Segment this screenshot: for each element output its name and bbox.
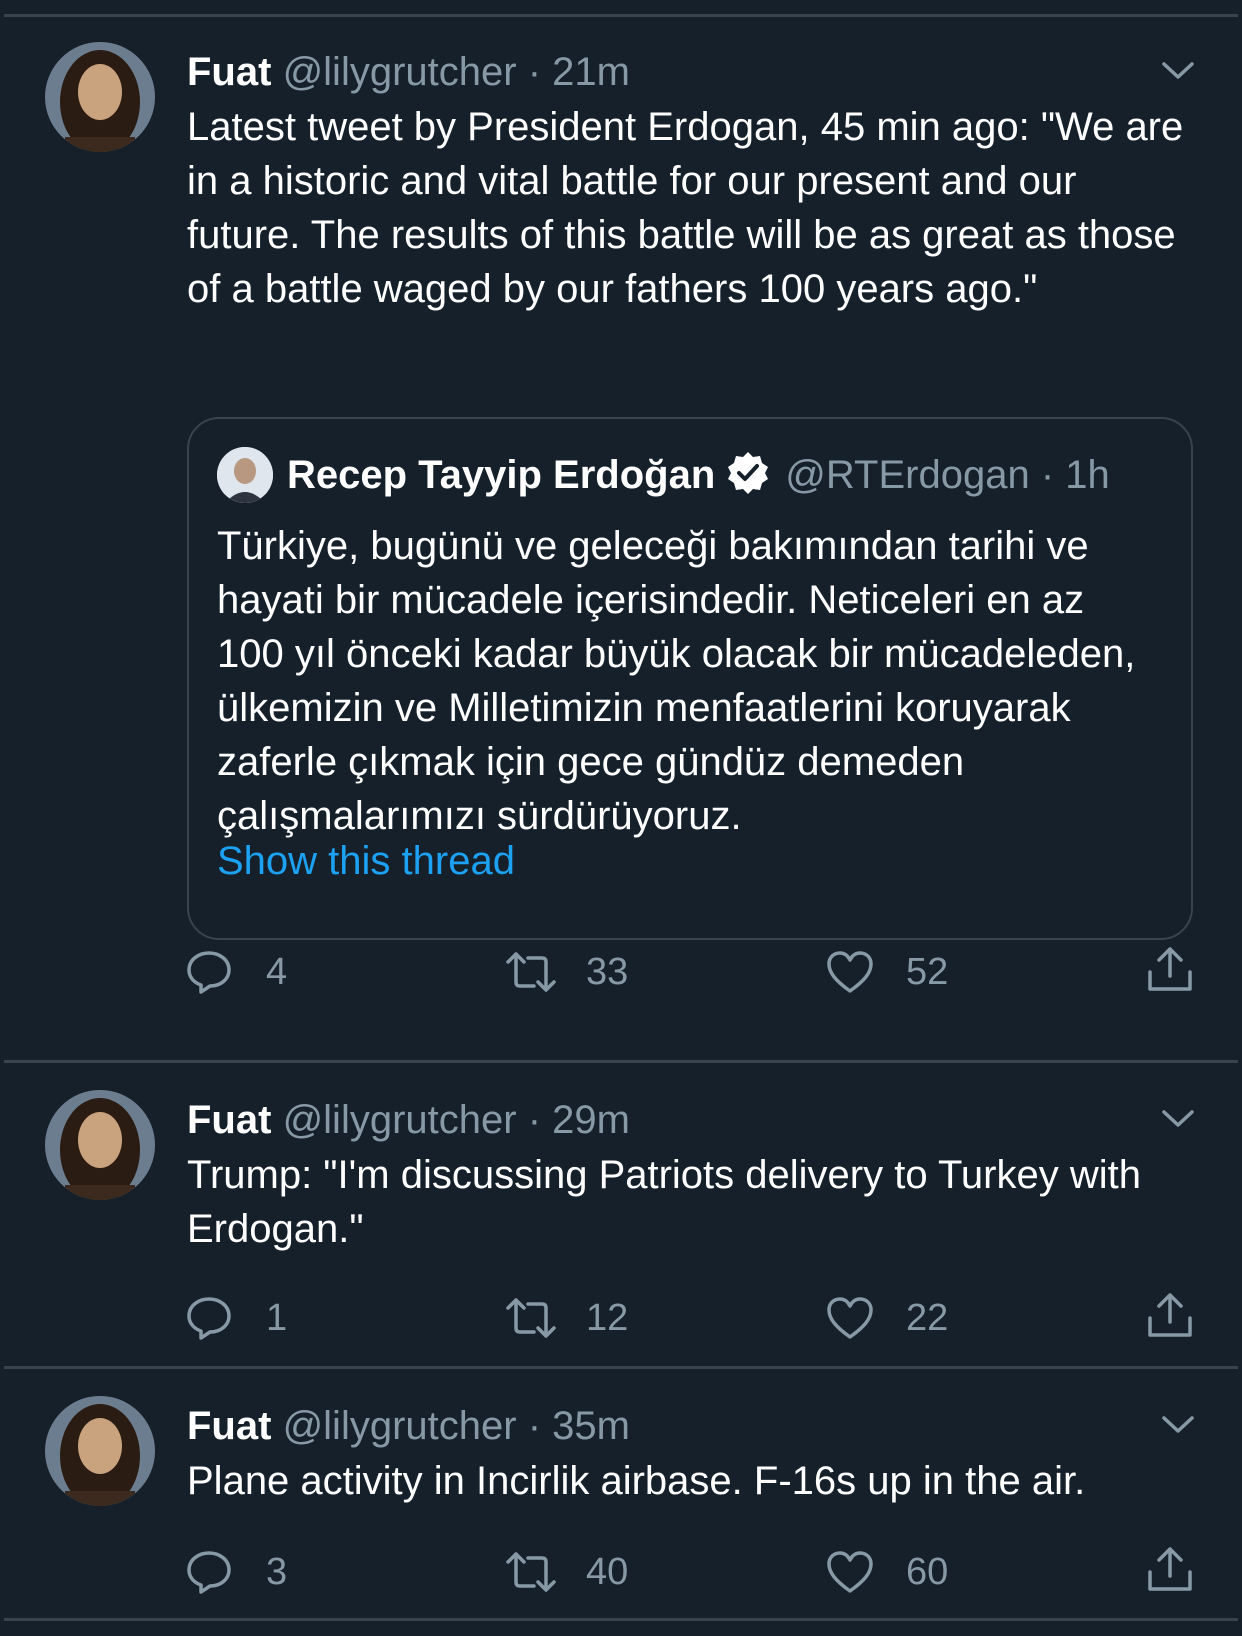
reply-count: 4 (266, 951, 288, 993)
tweet[interactable]: Fuat @lilygrutcher · 21m Latest tweet by… (0, 42, 1242, 1018)
like-count: 52 (906, 951, 949, 993)
separator: · (527, 1098, 542, 1142)
avatar-image (45, 1090, 155, 1200)
timeline: Fuat @lilygrutcher · 21m Latest tweet by… (0, 0, 1242, 1636)
quoted-tweet[interactable]: Recep Tayyip Erdoğan @RTErdogan · 1h Tür… (187, 417, 1193, 940)
avatar[interactable] (45, 42, 155, 152)
tweet-text: Trump: "I'm discussing Patriots delivery… (187, 1153, 1141, 1251)
chevron-down-icon[interactable] (1160, 1106, 1196, 1130)
tweet-actions: 4 33 52 (0, 942, 1242, 1002)
avatar[interactable] (45, 1090, 155, 1200)
reply-icon (187, 1297, 231, 1340)
tweet-actions: 1 12 22 (0, 1288, 1242, 1348)
divider (4, 1618, 1238, 1621)
tweet[interactable]: Fuat @lilygrutcher · 29m Trump: "I'm dis… (0, 1090, 1242, 1340)
timestamp[interactable]: 29m (552, 1098, 630, 1142)
reply-icon (187, 1551, 231, 1594)
separator: · (527, 1404, 542, 1448)
display-name[interactable]: Fuat (187, 50, 271, 94)
chevron-down-icon[interactable] (1160, 58, 1196, 82)
avatar[interactable] (45, 1396, 155, 1506)
quoted-tweet-text: Türkiye, bugünü ve geleceği bakımından t… (217, 524, 1136, 838)
tweet-header: Fuat @lilygrutcher · 29m (187, 1090, 630, 1150)
avatar (217, 447, 273, 503)
tweet-text: Plane activity in Incirlik airbase. F-16… (187, 1459, 1086, 1503)
like-count: 60 (906, 1551, 949, 1593)
tweet-header: Fuat @lilygrutcher · 35m (187, 1396, 630, 1456)
quoted-tweet-header: Recep Tayyip Erdoğan @RTErdogan · 1h (287, 445, 1110, 505)
divider (4, 1366, 1238, 1369)
share-icon (1148, 1547, 1192, 1591)
tweet-actions: 3 40 60 (0, 1542, 1242, 1602)
reply-count: 1 (266, 1297, 288, 1339)
timestamp[interactable]: 21m (552, 50, 630, 94)
avatar-image (45, 42, 155, 152)
share-icon (1148, 1293, 1192, 1337)
verified-badge-icon (728, 452, 769, 494)
display-name[interactable]: Fuat (187, 1404, 271, 1448)
heart-icon (827, 1297, 873, 1339)
retweet-count: 12 (586, 1297, 629, 1339)
tweet[interactable]: Fuat @lilygrutcher · 35m Plane activity … (0, 1396, 1242, 1596)
share-icon (1148, 947, 1192, 991)
retweet-count: 33 (586, 951, 629, 993)
display-name: Recep Tayyip Erdoğan (287, 453, 716, 497)
username[interactable]: @lilygrutcher (283, 1404, 517, 1448)
heart-icon (827, 1551, 873, 1593)
username: @RTErdogan · 1h (785, 453, 1110, 497)
timestamp[interactable]: 35m (552, 1404, 630, 1448)
avatar-image (45, 1396, 155, 1506)
heart-icon (827, 951, 873, 993)
retweet-count: 40 (586, 1551, 629, 1593)
divider (4, 1060, 1238, 1063)
display-name[interactable]: Fuat (187, 1098, 271, 1142)
tweet-text: Latest tweet by President Erdogan, 45 mi… (187, 105, 1184, 311)
retweet-icon (506, 1552, 556, 1592)
like-count: 22 (906, 1297, 949, 1339)
retweet-icon (506, 952, 556, 992)
retweet-icon (506, 1298, 556, 1338)
reply-icon (187, 951, 231, 994)
username[interactable]: @lilygrutcher (283, 50, 517, 94)
username[interactable]: @lilygrutcher (283, 1098, 517, 1142)
show-thread-link[interactable]: Show this thread (217, 834, 515, 888)
tweet-header: Fuat @lilygrutcher · 21m (187, 42, 630, 102)
separator: · (527, 50, 542, 94)
chevron-down-icon[interactable] (1160, 1412, 1196, 1436)
reply-count: 3 (266, 1551, 288, 1593)
divider (4, 14, 1238, 17)
